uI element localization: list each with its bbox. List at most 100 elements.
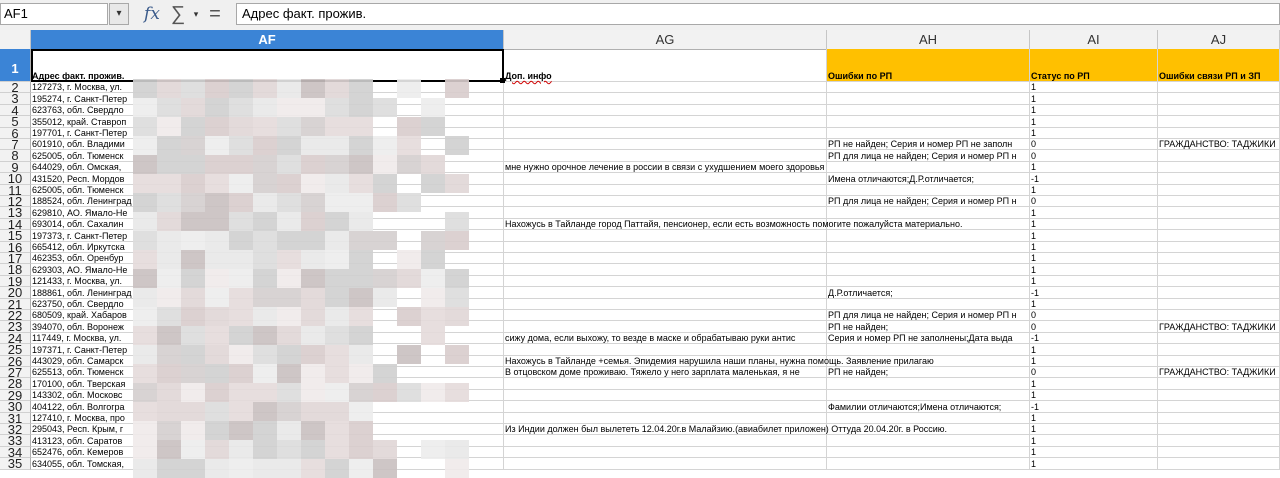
cell-ag[interactable]	[504, 310, 827, 322]
cell-aj[interactable]	[1158, 253, 1280, 265]
cell-af[interactable]: 601910, обл. Владими	[31, 139, 504, 151]
cell-ah[interactable]	[827, 446, 1030, 459]
cell-af[interactable]: 413123, обл. Саратов	[31, 435, 504, 447]
cell-af[interactable]: 652476, обл. Кемеров	[31, 446, 504, 459]
cell-ai[interactable]: 0	[1030, 196, 1158, 208]
cell-af1[interactable]: Адрес факт. прожив.	[31, 49, 504, 82]
cell-ai[interactable]: 0	[1030, 310, 1158, 322]
cell-aj[interactable]: ГРАЖДАНСТВО: ТАДЖИКИ	[1158, 367, 1280, 379]
cell-aj[interactable]	[1158, 332, 1280, 345]
cell-ah[interactable]	[827, 424, 1030, 436]
cell-ah[interactable]	[827, 218, 1030, 231]
cell-aj[interactable]	[1158, 264, 1280, 276]
cell-aj[interactable]	[1158, 298, 1280, 310]
cell-aj[interactable]	[1158, 241, 1280, 253]
cell-ah[interactable]	[827, 355, 1030, 367]
cell-af[interactable]: 623763, обл. Свердло	[31, 104, 504, 117]
cell-af[interactable]: 197701, г. Санкт-Петер	[31, 127, 504, 139]
cell-ag[interactable]	[504, 287, 827, 299]
cell-ah[interactable]: РП для лица не найден; Серия и номер РП …	[827, 310, 1030, 322]
cell-af[interactable]: 625005, обл. Тюменск	[31, 184, 504, 196]
cell-ag[interactable]	[504, 173, 827, 185]
cell-ai[interactable]: 1	[1030, 253, 1158, 265]
cell-ah[interactable]: Серия и номер РП не заполнены;Дата выда	[827, 332, 1030, 345]
cell-ai[interactable]: 1	[1030, 93, 1158, 105]
cell-ag[interactable]	[504, 275, 827, 288]
cell-ai[interactable]: 0	[1030, 150, 1158, 162]
cell-ah[interactable]	[827, 435, 1030, 447]
cell-af[interactable]: 121433, г. Москва, ул.	[31, 275, 504, 288]
cell-ai[interactable]: 1	[1030, 207, 1158, 219]
cell-af[interactable]: 404122, обл. Волгогра	[31, 401, 504, 413]
cell-af[interactable]: 355012, край. Ставроп	[31, 116, 504, 128]
row-header[interactable]: 35	[0, 457, 31, 470]
cell-ai1[interactable]: Статус по РП	[1030, 49, 1158, 82]
cell-ag[interactable]	[504, 458, 827, 470]
cell-af[interactable]: 629303, АО. Ямало-Не	[31, 264, 504, 276]
cell-ai[interactable]: 1	[1030, 241, 1158, 253]
chevron-down-icon[interactable]: ▾	[109, 3, 129, 25]
cell-aj[interactable]	[1158, 389, 1280, 402]
cell-ai[interactable]: 1	[1030, 412, 1158, 424]
cell-ah[interactable]: РП не найден; Серия и номер РП не заполн	[827, 139, 1030, 151]
cell-ai[interactable]: 1	[1030, 458, 1158, 470]
cell-ai[interactable]: 1	[1030, 116, 1158, 128]
cell-aj1[interactable]: Ошибки связи РП и ЗП	[1158, 49, 1280, 82]
cell-af[interactable]: 680509, край. Хабаров	[31, 310, 504, 322]
cell-ai[interactable]: 1	[1030, 298, 1158, 310]
cell-ai[interactable]: -1	[1030, 401, 1158, 413]
cell-ah[interactable]	[827, 241, 1030, 253]
cell-af[interactable]: 431520, Респ. Мордов	[31, 173, 504, 185]
cell-aj[interactable]	[1158, 275, 1280, 288]
cell-ah[interactable]	[827, 184, 1030, 196]
cell-ag[interactable]	[504, 389, 827, 402]
cell-ah[interactable]	[827, 298, 1030, 310]
cell-af[interactable]: 170100, обл. Тверская	[31, 378, 504, 390]
cell-ag[interactable]	[504, 150, 827, 162]
select-all-corner[interactable]	[0, 30, 31, 49]
cell-ai[interactable]: 1	[1030, 218, 1158, 231]
cell-ai[interactable]: 1	[1030, 355, 1158, 367]
cell-ah[interactable]	[827, 93, 1030, 105]
cell-aj[interactable]	[1158, 435, 1280, 447]
cell-aj[interactable]	[1158, 196, 1280, 208]
cell-ah[interactable]: Д.Р.отличается;	[827, 287, 1030, 299]
cell-ah[interactable]	[827, 264, 1030, 276]
sheet-grid[interactable]: 1 Адрес факт. прожив. Доп. инфо Ошибки п…	[0, 49, 1280, 478]
cell-ag[interactable]	[504, 412, 827, 424]
cell-aj[interactable]	[1158, 458, 1280, 470]
cell-ai[interactable]: 1	[1030, 344, 1158, 356]
cell-ai[interactable]: 1	[1030, 264, 1158, 276]
cell-aj[interactable]	[1158, 207, 1280, 219]
cell-ag[interactable]	[504, 446, 827, 459]
cell-ai[interactable]: -1	[1030, 173, 1158, 185]
column-header-af[interactable]: AF	[31, 30, 504, 49]
cell-ag[interactable]	[504, 264, 827, 276]
cell-ag[interactable]	[504, 253, 827, 265]
equals-icon[interactable]: =	[205, 3, 225, 25]
cell-ah[interactable]	[827, 230, 1030, 242]
cell-ag1[interactable]: Доп. инфо	[504, 49, 827, 82]
cell-ah[interactable]: РП для лица не найден; Серия и номер РП …	[827, 196, 1030, 208]
cell-ag[interactable]: Нахожусь в Тайланде город Паттайя, пенси…	[504, 218, 962, 231]
cell-ai[interactable]: 1	[1030, 435, 1158, 447]
cell-aj[interactable]: ГРАЖДАНСТВО: ТАДЖИКИ	[1158, 139, 1280, 151]
cell-ag[interactable]	[504, 139, 827, 151]
cell-ag[interactable]	[504, 93, 827, 105]
cell-af[interactable]: 188524, обл. Ленинград	[31, 196, 504, 208]
cell-ah[interactable]: Фамилии отличаются;Имена отличаются;	[827, 401, 1030, 413]
cell-af[interactable]: 197371, г. Санкт-Петер	[31, 344, 504, 356]
cell-ah[interactable]	[827, 161, 1030, 174]
cell-af[interactable]: 623750, обл. Свердло	[31, 298, 504, 310]
cell-aj[interactable]	[1158, 93, 1280, 105]
cell-ah1[interactable]: Ошибки по РП	[827, 49, 1030, 82]
cell-ai[interactable]: -1	[1030, 332, 1158, 345]
cell-ai[interactable]: 1	[1030, 275, 1158, 288]
cell-ag[interactable]	[504, 241, 827, 253]
cell-ai[interactable]: 1	[1030, 127, 1158, 139]
cell-aj[interactable]	[1158, 82, 1280, 94]
cell-aj[interactable]	[1158, 446, 1280, 459]
row-header[interactable]: 1	[0, 49, 31, 82]
cell-ai[interactable]: 0	[1030, 321, 1158, 333]
cell-aj[interactable]	[1158, 150, 1280, 162]
